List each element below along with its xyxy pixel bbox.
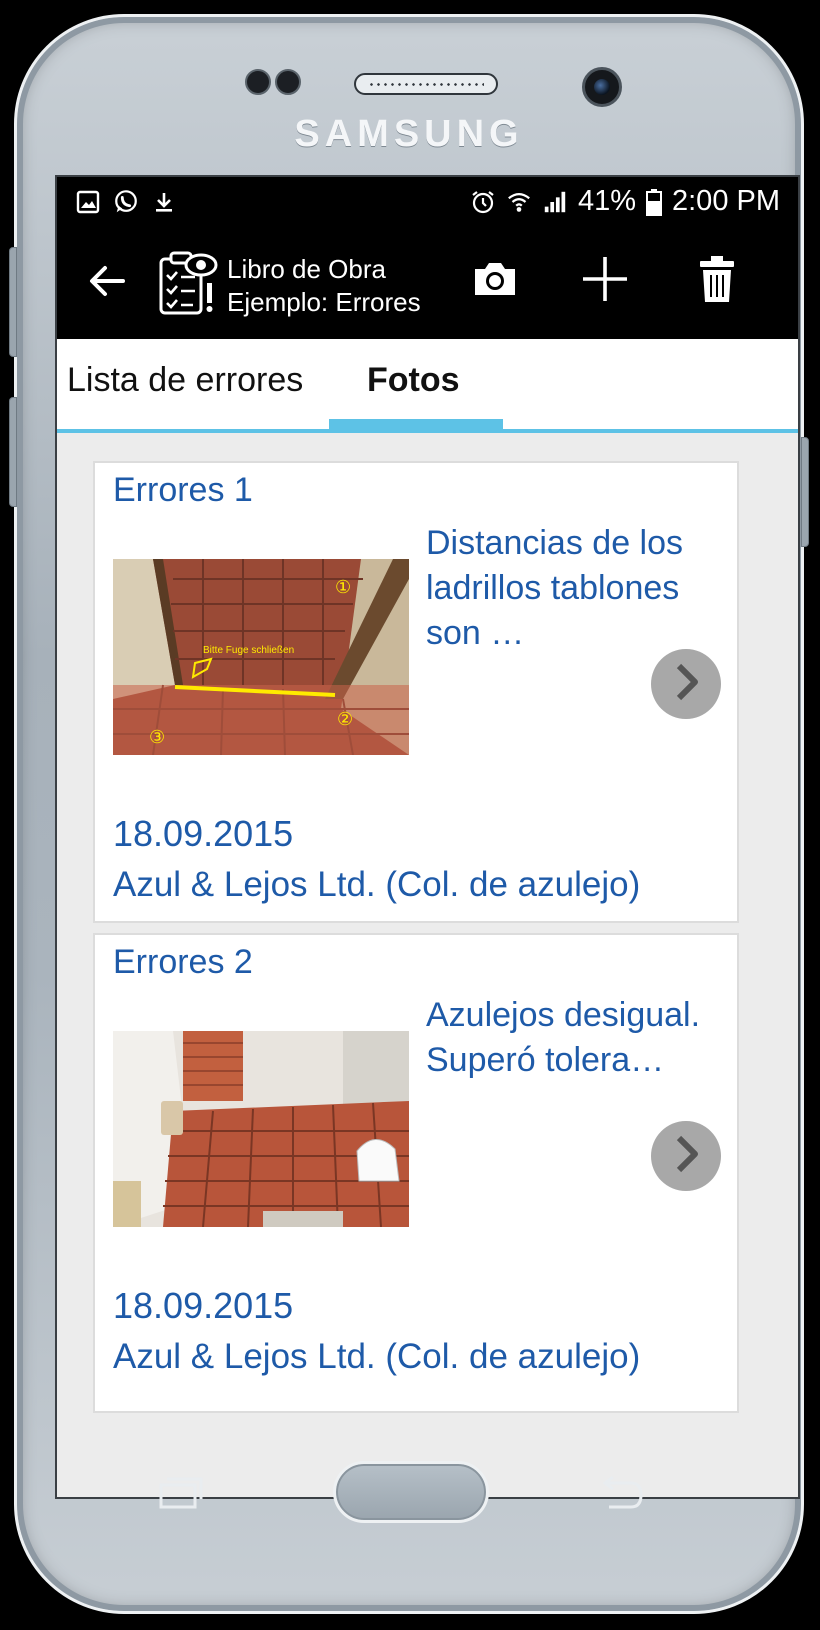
app-title: Libro de Obra Ejemplo: Errores [227,253,421,319]
tab-bar: Lista de errores Fotos [57,339,798,433]
trash-icon [698,255,736,308]
photo-marker: ③ [149,727,165,748]
card-description: Azulejos desigual. Superó tolera… [426,996,701,1079]
card-title: Errores 1 [113,471,253,509]
list-item[interactable]: Errores 2 Azulejos desigual. Superó tole… [93,933,739,1413]
add-button[interactable] [577,253,633,309]
recent-apps-key-icon[interactable] [157,1475,205,1511]
card-date: 18.09.2015 [113,1285,294,1326]
app-bar: Libro de Obra Ejemplo: Errores [57,233,798,339]
open-detail-button[interactable] [651,1121,721,1191]
clock: 2:00 PM [672,185,780,217]
volume-button [9,247,17,357]
error-photo[interactable]: Bitte Fuge schließen ① ② ③ [113,559,409,755]
card-title: Errores 2 [113,943,253,981]
photo-marker: ② [337,709,353,730]
list-item[interactable]: Errores 1 Bitte Fuge schließen ① ② ③ Dis… [93,461,739,923]
brand-logo: SAMSUNG [294,113,524,155]
app-title-line2: Ejemplo: Errores [227,287,421,317]
wifi-icon [506,189,532,215]
home-button[interactable] [333,1461,489,1523]
camera-button[interactable] [467,253,523,309]
back-arrow-icon[interactable] [85,259,129,303]
tab-lista-de-errores[interactable]: Lista de errores [67,361,303,400]
screen: 41% 2:00 PM Libro de Obra Ejemplo: Error… [55,175,800,1499]
status-bar: 41% 2:00 PM [57,177,798,233]
error-photo[interactable] [113,1031,409,1227]
chevron-right-icon [669,1134,703,1179]
open-detail-button[interactable] [651,649,721,719]
card-company: Azul & Lejos Ltd. (Col. de azulejo) [113,1337,641,1376]
add-icon [580,254,630,309]
signal-icon [542,189,568,215]
active-tab-indicator [329,419,503,429]
photo-annotation: Bitte Fuge schließen [203,645,294,656]
card-date: 18.09.2015 [113,813,294,854]
download-icon [151,189,177,215]
power-button [801,437,809,547]
card-description: Distancias de los ladrillos tablones son… [426,524,684,652]
front-camera [582,67,622,107]
image-icon [75,189,101,215]
back-key-icon[interactable] [597,1475,645,1511]
checklist-eye-logo-icon [157,247,219,317]
phone-frame: SAMSUNG 41% 2:00 PM Libro de Obra Ejempl… [9,14,809,1614]
tab-fotos[interactable]: Fotos [367,361,460,400]
photo-marker: ① [335,577,351,598]
battery-icon [646,188,662,216]
app-title-line1: Libro de Obra [227,254,386,284]
camera-icon [471,259,519,304]
earpiece-speaker [354,73,498,95]
whatsapp-icon [113,189,139,215]
alarm-icon [470,189,496,215]
card-company: Azul & Lejos Ltd. (Col. de azulejo) [113,865,641,904]
volume-button [9,397,17,507]
chevron-right-icon [669,662,703,707]
battery-percent: 41% [577,185,636,217]
delete-button[interactable] [689,253,745,309]
